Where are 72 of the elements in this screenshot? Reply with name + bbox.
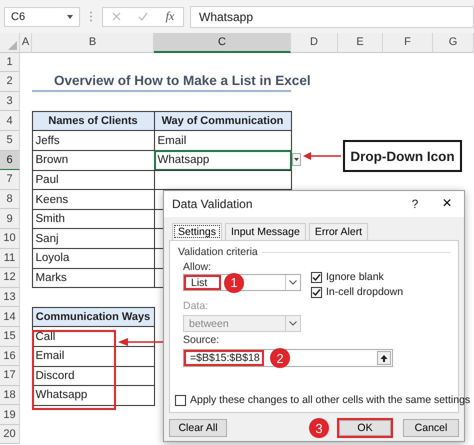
row-header[interactable]: 3 — [0, 92, 20, 112]
row-header[interactable]: 6 — [0, 150, 20, 170]
table-cell: Whatsapp — [154, 150, 292, 171]
column-header[interactable]: C — [154, 33, 291, 53]
row-header[interactable]: 18 — [0, 386, 20, 406]
checkbox-label: In-cell dropdown — [326, 286, 404, 298]
source-field[interactable]: =$B$15:$B$18 2 — [183, 349, 393, 367]
step-badge: 1 — [224, 272, 244, 292]
dialog-title: Data Validation — [172, 197, 254, 211]
column-heading: Way of Communication — [154, 110, 292, 132]
caret-icon — [294, 158, 299, 161]
row-header[interactable]: 19 — [0, 405, 20, 425]
checkbox-label: Ignore blank — [326, 271, 384, 283]
callout-arrow — [303, 152, 341, 160]
formula-input[interactable]: Whatsapp — [190, 6, 474, 28]
row-header[interactable]: 7 — [0, 170, 20, 190]
insert-function-button[interactable]: fx — [166, 9, 174, 24]
tab[interactable]: Input Message — [224, 223, 306, 240]
cancel-button[interactable]: Cancel — [403, 419, 459, 437]
row-header[interactable]: 4 — [0, 111, 20, 131]
collapse-button[interactable] — [377, 351, 391, 365]
help-button[interactable]: ? — [400, 197, 430, 211]
column-heading: Names of Clients — [32, 110, 154, 132]
callout-label: Drop-Down Icon — [343, 140, 462, 172]
caret-icon — [289, 280, 297, 285]
row-header[interactable]: 1 — [0, 52, 20, 72]
column-header[interactable]: D — [291, 33, 338, 53]
name-box[interactable]: C6 — [4, 6, 80, 26]
row-header[interactable]: 15 — [0, 326, 20, 346]
field-label: Allow: — [183, 261, 212, 274]
row-header[interactable]: 12 — [0, 268, 20, 288]
ok-button[interactable]: OK — [337, 418, 393, 438]
check-icon[interactable] — [138, 12, 148, 21]
row-header[interactable]: 17 — [0, 366, 20, 386]
tab[interactable]: Settings — [172, 223, 222, 240]
clear-all-button[interactable]: Clear All — [169, 419, 227, 437]
checkbox-label: Apply these changes to all other cells with the same settings — [190, 394, 470, 406]
checkbox[interactable] — [175, 394, 186, 406]
field-label: Data: — [183, 300, 208, 313]
row-header[interactable]: 5 — [0, 130, 20, 151]
step-badge: 3 — [309, 418, 329, 438]
close-button[interactable]: × — [430, 195, 464, 213]
checkbox[interactable] — [311, 286, 322, 298]
dropdown-button[interactable] — [292, 153, 301, 166]
triangle-icon — [8, 41, 17, 50]
row-header[interactable]: 9 — [0, 209, 20, 229]
table-cell: Whatsapp — [32, 385, 154, 406]
column-heading: Communication Ways — [32, 306, 154, 328]
allow-dropdown[interactable]: List 1 — [183, 274, 301, 291]
section-label: Validation criteria — [178, 246, 258, 259]
column-header[interactable]: B — [32, 33, 154, 53]
row-header[interactable]: 8 — [0, 190, 20, 210]
row-header[interactable]: 20 — [0, 424, 20, 444]
column-header[interactable]: A — [20, 33, 32, 53]
row-header[interactable]: 10 — [0, 228, 20, 249]
table-cell: Marks — [32, 268, 154, 288]
column-header[interactable]: G — [433, 33, 474, 53]
caret-icon — [67, 14, 73, 18]
step-badge: 2 — [270, 348, 290, 368]
field-label: Source: — [183, 334, 220, 347]
column-header[interactable]: E — [338, 33, 383, 53]
row-header[interactable]: 11 — [0, 248, 20, 268]
upload-arrow-icon — [380, 354, 388, 362]
row-header[interactable]: 16 — [0, 346, 20, 366]
caret-icon — [289, 321, 297, 326]
column-header[interactable]: F — [383, 33, 433, 53]
row-header[interactable]: 13 — [0, 288, 20, 308]
row-header[interactable]: 14 — [0, 307, 20, 327]
sheet-title: Overview of How to Make a List in Excel — [54, 72, 311, 89]
row-header[interactable]: 2 — [0, 72, 20, 92]
tab[interactable]: Error Alert — [308, 223, 368, 240]
checkbox[interactable] — [311, 272, 322, 282]
